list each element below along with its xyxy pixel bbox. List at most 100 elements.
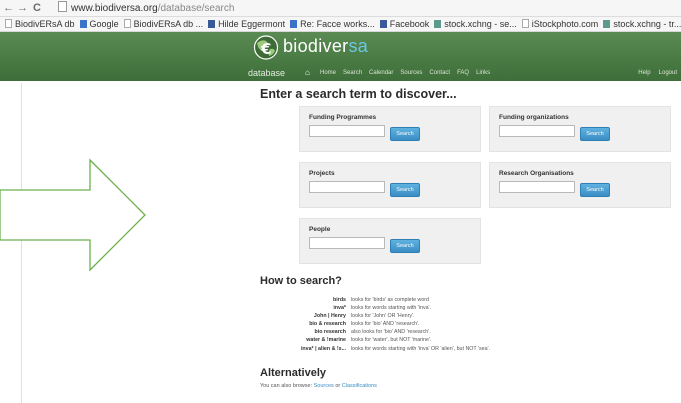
people-input[interactable]	[309, 237, 385, 249]
bookmark-icon	[379, 20, 387, 28]
nav-right-links: Help Logout	[630, 67, 677, 79]
home-icon[interactable]: ⌂	[305, 67, 310, 79]
help-description: looks for 'bio' AND 'research'.	[351, 321, 420, 328]
bookmark-item[interactable]: Re: Facce works...	[290, 17, 375, 31]
bookmark-icon	[434, 20, 442, 28]
help-term: John | Henry	[313, 313, 346, 320]
bookmarks-bar: BiodivERsA db Google BiodivERsA db ... Hild…	[0, 17, 681, 32]
funding-programmes-input[interactable]	[309, 125, 385, 137]
bookmark-item[interactable]: Google	[79, 17, 119, 31]
section-label: database	[248, 68, 286, 78]
projects-search-button[interactable]: Search	[390, 183, 420, 197]
help-row: inva* looks for words starting with 'inva…	[260, 304, 490, 312]
nav-link-links[interactable]: Links	[476, 70, 490, 76]
help-description: looks for words starting with 'inva' OR …	[351, 345, 491, 352]
panel-title: Funding organizations	[499, 114, 569, 121]
back-button[interactable]: ←	[3, 1, 14, 15]
alt-prefix: You can also browse:	[260, 383, 313, 389]
sources-link[interactable]: Sources	[314, 383, 334, 389]
main-nav: database ⌂ Home Search Calendar Sources Cont…	[244, 67, 681, 79]
logo-text: biodiversa	[283, 36, 369, 56]
help-description: also looks for 'bio' AND 'research'.	[351, 329, 431, 336]
bookmark-label: stock.xchng - se...	[444, 19, 517, 29]
bookmark-label: Facebook	[389, 19, 430, 29]
bookmark-label: Re: Facce works...	[300, 19, 375, 29]
help-term: water & !marine	[306, 337, 346, 344]
help-description: looks for 'water'. but NOT 'marine'.	[351, 337, 432, 344]
globe-euro-icon: €	[253, 35, 279, 60]
bookmark-item[interactable]: stock.xchng - tr...	[603, 17, 681, 31]
url-host: www.biodiversa.org	[71, 3, 158, 14]
bookmark-icon	[521, 19, 529, 28]
help-term: bio research	[314, 329, 346, 336]
bookmark-item[interactable]: iStockphoto.com	[521, 17, 599, 31]
help-row: birds looks for 'birds' as complete word	[260, 296, 490, 304]
bookmark-icon	[603, 20, 611, 28]
panel-title: Research Organisations	[499, 170, 574, 177]
reload-button[interactable]: C	[33, 1, 41, 15]
nav-link-sources[interactable]: Sources	[400, 70, 422, 76]
panel-funding-programmes: Funding Programmes Search	[299, 106, 481, 152]
help-row: water & !marine looks for 'water'. but NO…	[260, 336, 490, 344]
alt-or: or	[335, 383, 341, 389]
nav-link-help[interactable]: Help	[638, 70, 650, 76]
page-icon	[58, 1, 67, 12]
nav-link-faq[interactable]: FAQ	[457, 70, 469, 76]
alternatively-text: You can also browse: Sources or Classifi…	[260, 383, 377, 389]
help-row: bio & research looks for 'bio' AND 'resea…	[260, 320, 490, 328]
forward-button[interactable]: →	[17, 1, 28, 15]
bookmark-item[interactable]: stock.xchng - se...	[434, 17, 517, 31]
panel-people: People Search	[299, 218, 481, 264]
help-row: John | Henry looks for 'John' OR 'Henry'.	[260, 312, 490, 320]
help-row: inva* | alien & !s... looks for words sta…	[260, 345, 490, 353]
address-bar[interactable]: www.biodiversa.org/database/search	[58, 1, 668, 14]
panel-title: People	[309, 226, 331, 233]
url-path: /database/search	[157, 3, 235, 14]
bookmark-label: BiodivERsA db	[15, 19, 75, 29]
bookmark-item[interactable]: Facebook	[379, 17, 430, 31]
panel-title: Projects	[309, 170, 335, 177]
bookmark-label: Google	[89, 19, 119, 29]
nav-link-search[interactable]: Search	[343, 70, 362, 76]
nav-link-contact[interactable]: Contact	[429, 70, 450, 76]
nav-link-logout[interactable]: Logout	[659, 70, 677, 76]
browser-toolbar: ← → C www.biodiversa.org/database/search	[0, 0, 681, 17]
alternatively-heading: Alternatively	[260, 367, 327, 379]
bookmark-item[interactable]: BiodivERsA db	[5, 17, 75, 31]
panel-projects: Projects Search	[299, 162, 481, 208]
bookmark-icon	[290, 20, 298, 28]
research-organisations-search-button[interactable]: Search	[580, 183, 610, 197]
classifications-link[interactable]: Classifications	[342, 383, 377, 389]
bookmark-label: BiodivERsA db ...	[133, 19, 204, 29]
help-row: bio research also looks for 'bio' AND 're…	[260, 328, 490, 336]
search-help-table: birds looks for 'birds' as complete word i…	[260, 296, 490, 353]
help-description: looks for 'birds' as complete word	[351, 297, 429, 303]
help-description: looks for 'John' OR 'Henry'.	[351, 313, 415, 320]
people-search-button[interactable]: Search	[390, 239, 420, 253]
bookmark-icon	[79, 20, 87, 28]
bookmark-label: iStockphoto.com	[531, 19, 599, 29]
research-organisations-input[interactable]	[499, 181, 575, 193]
panel-title: Funding Programmes	[309, 114, 377, 121]
bookmark-icon	[123, 19, 131, 28]
help-term: birds	[333, 297, 346, 303]
bookmark-icon	[5, 19, 12, 28]
bookmark-item[interactable]: BiodivERsA db ...	[123, 17, 204, 31]
projects-input[interactable]	[309, 181, 385, 193]
help-term: inva* | alien & !s...	[300, 345, 346, 352]
bookmark-icon	[208, 20, 216, 28]
funding-programmes-search-button[interactable]: Search	[390, 127, 420, 141]
nav-links: Home Search Calendar Sources Contact FAQ Links	[320, 67, 497, 79]
bookmark-label: Hilde Eggermont	[218, 19, 286, 29]
bookmark-item[interactable]: Hilde Eggermont	[208, 17, 285, 31]
bookmark-label: stock.xchng - tr...	[613, 19, 681, 29]
help-term: inva*	[333, 305, 346, 312]
arrow-right-icon	[0, 158, 146, 272]
nav-link-calendar[interactable]: Calendar	[369, 70, 393, 76]
help-description: looks for words starting with 'inva'.	[351, 305, 432, 312]
panel-research-organisations: Research Organisations Search	[489, 162, 671, 208]
svg-text:€: €	[260, 40, 271, 58]
funding-organizations-input[interactable]	[499, 125, 575, 137]
nav-link-home[interactable]: Home	[320, 70, 336, 76]
funding-organizations-search-button[interactable]: Search	[580, 127, 610, 141]
